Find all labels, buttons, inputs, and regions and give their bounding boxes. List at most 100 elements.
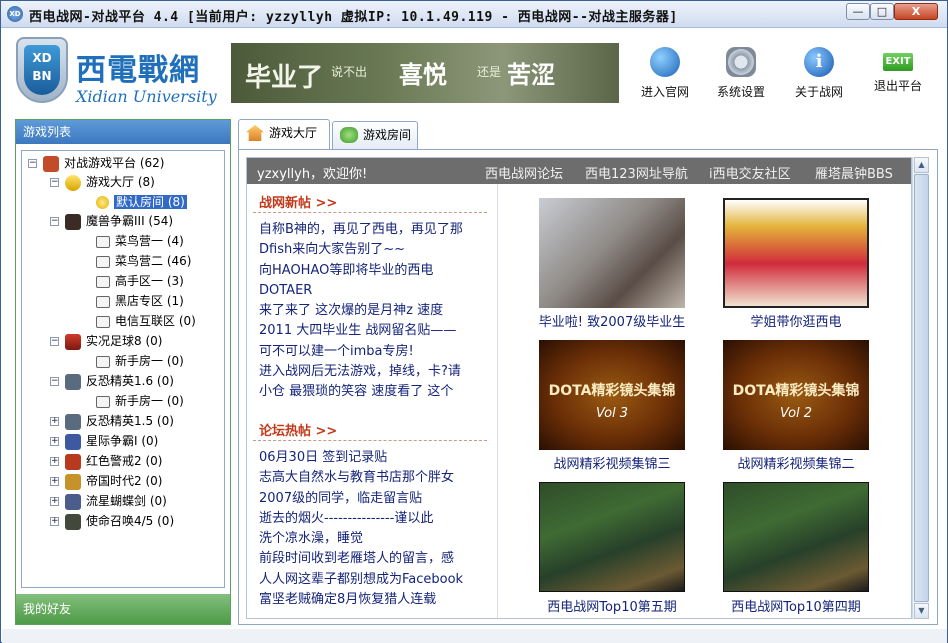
social-link[interactable]: i西电交友社区 <box>709 163 791 182</box>
title-bar[interactable]: XD 西电战网-对战平台 4.4 [当前用户: yzzyllyh 虚拟IP: 1… <box>1 1 947 28</box>
new-posts-title[interactable]: 战网新帖 >> <box>259 192 337 211</box>
bbs-link[interactable]: 雁塔晨钟BBS <box>815 163 893 182</box>
expand-icon[interactable]: + <box>50 497 59 506</box>
tree-node-room-dianxin[interactable]: 电信互联区 (0) <box>96 312 196 330</box>
maximize-button[interactable]: □ <box>870 3 894 20</box>
divider <box>253 212 487 213</box>
minimize-button[interactable]: — <box>846 3 870 20</box>
starcraft-icon <box>65 433 81 450</box>
tree-node-room-cainiao1[interactable]: 菜鸟营一 (4) <box>96 232 184 250</box>
video-caption[interactable]: 西电战网Top10第五期 <box>522 596 702 615</box>
expand-icon[interactable]: + <box>50 477 59 486</box>
banner-text-2: 说不出 <box>331 65 368 79</box>
exit-icon: EXIT <box>883 53 913 71</box>
tree-node-warcraft3[interactable]: − 魔兽争霸III (54) <box>50 212 173 230</box>
list-item[interactable]: 2007级的同学，临走留言贴 <box>259 489 491 509</box>
expand-icon[interactable]: + <box>50 517 59 526</box>
redalert-icon <box>65 453 81 470</box>
list-item[interactable]: 进入战网后无法游戏，掉线，卡?请 <box>259 362 491 382</box>
tree-node-cod[interactable]: + 使命召唤4/5 (0) <box>50 512 174 530</box>
list-item[interactable]: 人人网这辈子都别想成为Facebook <box>259 570 491 590</box>
list-item[interactable]: 小仓 最猥琐的笑容 速度看了 这个 <box>259 382 491 402</box>
tree-node-room-cs-newbie[interactable]: 新手房一 (0) <box>96 392 184 410</box>
logo-cn-name: 西電戰網 <box>76 53 200 88</box>
tab-strip: 游戏大厅 游戏房间 <box>238 119 938 150</box>
exit-button[interactable]: EXIT 退出平台 <box>864 47 932 107</box>
scroll-up-icon[interactable]: ▲ <box>914 157 929 173</box>
tab-game-room[interactable]: 游戏房间 <box>332 121 418 149</box>
tree-node-pes8[interactable]: − 实况足球8 (0) <box>50 332 162 350</box>
list-item[interactable]: 可不可以建一个imba专房! <box>259 342 491 362</box>
scroll-down-icon[interactable]: ▼ <box>914 603 929 619</box>
video-caption[interactable]: 学姐带你逛西电 <box>706 311 886 330</box>
video-caption[interactable]: 战网精彩视频集锦三 <box>522 453 702 472</box>
lobby-content: yzxyllyh，欢迎你! 西电战网论坛 西电123网址导航 i西电交友社区 雁… <box>238 149 938 625</box>
settings-button[interactable]: 系统设置 <box>707 47 775 107</box>
collapse-icon[interactable]: − <box>50 337 59 346</box>
list-item[interactable]: 自称B神的，再见了西电，再见了那 <box>259 220 491 240</box>
tree-node-platform[interactable]: − 对战游戏平台 (62) <box>28 154 164 172</box>
official-site-button[interactable]: 进入官网 <box>631 47 699 107</box>
tree-node-cs15[interactable]: + 反恐精英1.5 (0) <box>50 412 174 430</box>
tree-node-room-pes-newbie[interactable]: 新手房一 (0) <box>96 352 184 370</box>
collapse-icon[interactable]: − <box>28 159 37 168</box>
tree-node-room-gaoshou1[interactable]: 高手区一 (3) <box>96 272 184 290</box>
video-thumbnail[interactable]: DOTA精彩镜头集锦 Vol 2 <box>723 340 869 450</box>
collapse-icon[interactable]: − <box>50 377 59 386</box>
tree-node-lobby[interactable]: − 游戏大厅 (8) <box>50 173 155 191</box>
status-bar <box>2 629 947 643</box>
room-icon <box>96 355 110 368</box>
tree-node-room-heidian[interactable]: 黑店专区 (1) <box>96 292 184 310</box>
portal-topbar: yzxyllyh，欢迎你! 西电战网论坛 西电123网址导航 i西电交友社区 雁… <box>247 158 911 184</box>
game-list-header[interactable]: 游戏列表 <box>16 120 230 144</box>
list-item[interactable]: 2011 大四毕业生 战网留名贴—— <box>259 321 491 341</box>
friends-bar[interactable]: 我的好友 <box>16 594 230 624</box>
meteor-icon <box>65 493 81 510</box>
close-button[interactable]: X <box>894 3 938 20</box>
new-posts-list: 自称B神的，再见了西电，再见了那 Dfish来向大家告别了~~ 向HAOHAO等… <box>259 220 491 403</box>
collapse-icon[interactable]: − <box>50 178 59 187</box>
list-item[interactable]: 06月30日 签到记录贴 <box>259 448 491 468</box>
graduation-banner[interactable]: 毕业了 说不出 喜悦 还是 苦涩 <box>231 43 619 103</box>
tree-node-cs16[interactable]: − 反恐精英1.6 (0) <box>50 372 174 390</box>
video-thumbnail[interactable] <box>723 198 869 308</box>
video-thumbnail[interactable] <box>723 482 869 592</box>
list-item[interactable]: 逝去的烟火---------------谨以此 <box>259 509 491 529</box>
nav-link[interactable]: 西电123网址导航 <box>585 163 688 182</box>
video-thumbnail[interactable]: DOTA精彩镜头集锦 Vol 3 <box>539 340 685 450</box>
vertical-scrollbar[interactable]: ▲ ▼ <box>912 157 929 619</box>
expand-icon[interactable]: + <box>50 417 59 426</box>
list-item[interactable]: 来了来了 这次爆的是月神z 速度 <box>259 301 491 321</box>
tab-game-lobby[interactable]: 游戏大厅 <box>238 119 330 150</box>
smiley-icon <box>96 196 109 209</box>
soccer-icon <box>65 333 81 350</box>
gear-icon <box>726 47 756 77</box>
about-button[interactable]: i 关于战网 <box>785 47 853 107</box>
tree-node-redalert2[interactable]: + 红色警戒2 (0) <box>50 452 162 470</box>
globe-icon <box>650 47 680 77</box>
video-caption[interactable]: 西电战网Top10第四期 <box>706 596 886 615</box>
forum-link[interactable]: 西电战网论坛 <box>485 163 563 182</box>
video-caption[interactable]: 毕业啦! 致2007级毕业生 <box>522 311 702 330</box>
list-item[interactable]: DOTAER <box>259 281 491 301</box>
list-item[interactable]: 志高大自然水与教育书店那个胖女 <box>259 468 491 488</box>
tree-node-starcraft[interactable]: + 星际争霸I (0) <box>50 432 158 450</box>
cs-icon <box>65 413 81 430</box>
expand-icon[interactable]: + <box>50 437 59 446</box>
list-item[interactable]: 前段时间收到老雁塔人的留言，感 <box>259 549 491 569</box>
tree-node-default-room[interactable]: 默认房间 (8) <box>96 193 187 211</box>
list-item[interactable]: Dfish来向大家告别了~~ <box>259 240 491 260</box>
video-caption[interactable]: 战网精彩视频集锦二 <box>706 453 886 472</box>
collapse-icon[interactable]: − <box>50 217 59 226</box>
scroll-thumb[interactable] <box>914 174 929 602</box>
list-item[interactable]: 洗个凉水澡，睡觉 <box>259 529 491 549</box>
video-thumbnail[interactable] <box>539 482 685 592</box>
tree-node-aoe2[interactable]: + 帝国时代2 (0) <box>50 472 162 490</box>
hot-threads-title[interactable]: 论坛热帖 >> <box>259 420 337 439</box>
tree-node-room-cainiao2[interactable]: 菜鸟营二 (46) <box>96 252 191 270</box>
expand-icon[interactable]: + <box>50 457 59 466</box>
list-item[interactable]: 富坚老贼确定8月恢复猎人连载 <box>259 590 491 610</box>
tree-node-meteor-sword[interactable]: + 流星蝴蝶剑 (0) <box>50 492 167 510</box>
video-thumbnail[interactable] <box>539 198 685 308</box>
list-item[interactable]: 向HAOHAO等即将毕业的西电 <box>259 261 491 281</box>
